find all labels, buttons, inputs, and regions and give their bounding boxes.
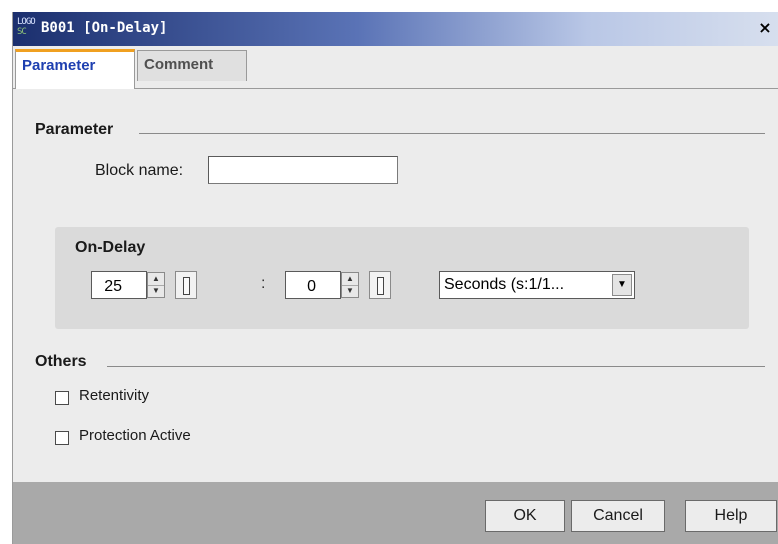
spin-down-icon[interactable]: ▼ <box>148 285 164 297</box>
others-group-header: Others <box>35 353 87 370</box>
parameter-group-header: Parameter <box>35 121 114 138</box>
slider-icon <box>377 277 384 295</box>
block-name-label: Block name: <box>95 162 184 179</box>
ok-button[interactable]: OK <box>485 500 565 532</box>
protection-active-checkbox[interactable] <box>55 431 69 445</box>
protection-active-label: Protection Active <box>79 427 191 444</box>
on-delay-value1-input[interactable] <box>91 271 147 299</box>
chevron-down-icon[interactable]: ▼ <box>612 274 632 296</box>
on-delay-value2-spinner[interactable]: ▲ ▼ <box>341 272 359 298</box>
on-delay-value2-slider-button[interactable] <box>369 271 391 299</box>
on-delay-value1-slider-button[interactable] <box>175 271 197 299</box>
tab-comment[interactable]: Comment <box>137 50 247 81</box>
on-delay-box: On-Delay ▲ ▼ : ▲ ▼ Seconds (s:1/1... ▼ <box>55 227 749 329</box>
slider-icon <box>183 277 190 295</box>
logo-icon: LOGO SC <box>17 17 36 37</box>
time-unit-selected: Seconds (s:1/1... <box>444 276 565 293</box>
cancel-button[interactable]: Cancel <box>571 500 665 532</box>
title-bar[interactable]: LOGO SC B001 [On-Delay] × <box>13 12 778 46</box>
help-button[interactable]: Help <box>685 500 777 532</box>
block-name-input[interactable] <box>208 156 398 184</box>
on-delay-dialog: LOGO SC B001 [On-Delay] × Parameter Comm… <box>12 12 778 544</box>
close-icon[interactable]: × <box>755 18 775 38</box>
retentivity-label: Retentivity <box>79 387 150 404</box>
on-delay-header: On-Delay <box>75 239 146 256</box>
window-title: B001 [On-Delay] <box>41 20 168 36</box>
retentivity-checkbox[interactable] <box>55 391 69 405</box>
on-delay-value2-input[interactable] <box>285 271 341 299</box>
parameter-group-divider <box>139 133 765 134</box>
tab-parameter[interactable]: Parameter <box>15 49 135 89</box>
others-group-divider <box>107 366 765 367</box>
time-separator: : <box>261 275 266 292</box>
time-unit-select[interactable]: Seconds (s:1/1... ▼ <box>439 271 635 299</box>
tab-strip: Parameter Comment <box>13 46 778 89</box>
dialog-footer: OK Cancel Help <box>13 482 778 544</box>
spin-down-icon[interactable]: ▼ <box>342 285 358 297</box>
on-delay-value1-spinner[interactable]: ▲ ▼ <box>147 272 165 298</box>
parameter-panel: Parameter Block name: On-Delay ▲ ▼ : ▲ ▼ <box>13 89 778 482</box>
